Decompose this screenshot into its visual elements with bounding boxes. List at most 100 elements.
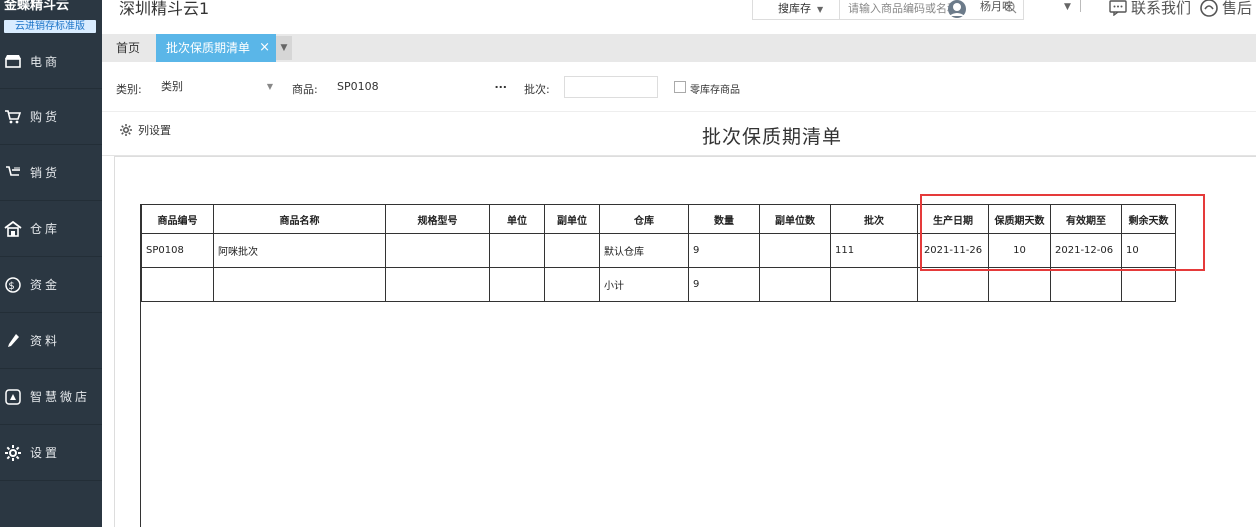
sidebar-item-label: 资料 [30, 334, 61, 348]
close-icon[interactable]: × [259, 34, 270, 62]
svg-text:$: $ [8, 281, 17, 292]
product-field[interactable]: SP0108... [332, 76, 512, 98]
cell-code [141, 267, 214, 302]
sidebar-item-warehouse[interactable]: 仓库 [0, 201, 102, 257]
contact-us-link[interactable]: 联系我们 [1109, 0, 1191, 18]
col-header-batch[interactable]: 批次 [830, 204, 918, 234]
filter-bar: 类别: 类别 ▼ 商品: SP0108... 批次: 零库存商品 [102, 62, 1256, 112]
report-table-wrap: 商品编号 商品名称 规格型号 单位 副单位 仓库 数量 副单位数 批次 生产日期… [140, 204, 1256, 527]
col-header-production-date[interactable]: 生产日期 [917, 204, 989, 234]
shop-icon [0, 54, 26, 68]
search-placeholder: 请输入商品编码或名称 [848, 2, 958, 15]
sidebar-item-mini-store[interactable]: 智慧微店 [0, 369, 102, 425]
cart-icon [0, 109, 26, 124]
table-row[interactable]: SP0108 阿咪批次 默认仓库 9 111 2021-11-26 10 202… [141, 233, 1176, 268]
category-select[interactable]: 类别 ▼ [156, 76, 280, 98]
cell-remaining-days: 10 [1121, 233, 1176, 268]
cell-expiry-date: 2021-12-06 [1050, 233, 1122, 268]
cell-unit [489, 267, 545, 302]
brand-logo: 金蝶精斗云 [4, 0, 70, 13]
zero-stock-checkbox[interactable] [674, 81, 686, 93]
col-header-unit[interactable]: 单位 [489, 204, 545, 234]
column-settings-button[interactable]: 列设置 [120, 122, 171, 138]
report-title: 批次保质期清单 [702, 126, 843, 148]
search-scope-select[interactable]: 搜库存 ▼ [752, 0, 840, 20]
cell-sub-unit [544, 233, 600, 268]
warehouse-icon [0, 220, 26, 237]
col-header-code[interactable]: 商品编号 [141, 204, 214, 234]
top-bar: 深圳精斗云1 搜库存 ▼ 请输入商品编码或名称 杨月咪 ▼ 联系我们 售后 [102, 0, 1256, 34]
col-header-expiry-date[interactable]: 有效期至 [1050, 204, 1122, 234]
user-name[interactable]: 杨月咪 [980, 0, 1013, 14]
cell-sub-unit [544, 267, 600, 302]
batch-input[interactable] [564, 76, 658, 98]
sidebar-item-label: 电商 [30, 54, 61, 69]
gear-icon [120, 124, 132, 136]
sidebar-item-data[interactable]: 资料 [0, 313, 102, 369]
sidebar-item-settings[interactable]: 设置 [0, 425, 102, 481]
mini-store-icon [0, 388, 26, 405]
cell-shelf-life-days [988, 267, 1051, 302]
cell-sub-unit-qty [759, 267, 831, 302]
tab-home[interactable]: 首页 [102, 34, 154, 62]
product-label: 商品: [292, 83, 318, 96]
col-header-warehouse[interactable]: 仓库 [599, 204, 689, 234]
sidebar-item-sales[interactable]: 销货 [0, 145, 102, 201]
report-area: 商品编号 商品名称 规格型号 单位 副单位 仓库 数量 副单位数 批次 生产日期… [114, 156, 1256, 527]
cell-name: 阿咪批次 [213, 233, 386, 268]
sidebar-item-label: 购货 [30, 110, 61, 124]
col-header-quantity[interactable]: 数量 [688, 204, 760, 234]
cell-spec [385, 233, 490, 268]
cell-subtotal-label: 小计 [599, 267, 689, 302]
sidebar-item-label: 仓库 [30, 222, 61, 236]
table-row-subtotal: 小计 9 [141, 267, 1176, 302]
chevron-down-icon: ▼ [817, 5, 824, 14]
col-header-sub-unit[interactable]: 副单位 [544, 204, 600, 234]
sidebar-item-label: 设置 [30, 446, 61, 460]
cell-expiry-date [1050, 267, 1122, 302]
col-header-shelf-life-days[interactable]: 保质期天数 [988, 204, 1051, 234]
report-header: 列设置 批次保质期清单 [102, 112, 1256, 156]
cell-production-date [917, 267, 989, 302]
cell-warehouse: 默认仓库 [599, 233, 689, 268]
service-icon [1200, 0, 1218, 17]
sidebar-item-label: 智慧微店 [30, 390, 91, 404]
cell-remaining-days [1121, 267, 1176, 302]
chevron-down-icon: ▼ [266, 82, 273, 91]
category-label: 类别: [116, 83, 142, 96]
cell-unit [489, 233, 545, 268]
sidebar-item-ecommerce[interactable]: 电商 [0, 34, 102, 89]
tab-label: 批次保质期清单 [166, 41, 251, 55]
col-header-spec[interactable]: 规格型号 [385, 204, 490, 234]
cell-sub-unit-qty [759, 233, 831, 268]
cell-shelf-life-days: 10 [988, 233, 1051, 268]
tab-batch-expiry-list[interactable]: 批次保质期清单 × [156, 34, 276, 62]
cell-quantity: 9 [688, 233, 760, 268]
cell-spec [385, 267, 490, 302]
brand: 金蝶精斗云 云进销存标准版 [0, 0, 102, 34]
cell-batch [830, 267, 918, 302]
col-header-sub-unit-qty[interactable]: 副单位数 [759, 204, 831, 234]
aftersale-link[interactable]: 售后 [1200, 0, 1252, 18]
divider [1080, 0, 1081, 12]
zero-stock-label: 零库存商品 [690, 85, 740, 96]
edition-badge: 云进销存标准版 [4, 20, 96, 33]
money-icon: $ [0, 276, 26, 293]
cell-code: SP0108 [141, 233, 214, 268]
sidebar-item-label: 资金 [30, 278, 61, 292]
chat-icon [1109, 0, 1127, 16]
sidebar-item-label: 销货 [30, 166, 61, 180]
col-header-name[interactable]: 商品名称 [213, 204, 386, 234]
tab-more-dropdown[interactable]: ▼ [276, 36, 292, 60]
sidebar-item-funds[interactable]: $ 资金 [0, 257, 102, 313]
avatar[interactable] [946, 0, 968, 18]
gear-icon [0, 444, 26, 461]
col-header-remaining-days[interactable]: 剩余天数 [1121, 204, 1176, 234]
cell-subtotal-quantity: 9 [688, 267, 760, 302]
chevron-down-icon[interactable]: ▼ [1064, 0, 1071, 14]
pen-icon [0, 333, 26, 349]
more-icon[interactable]: ... [494, 75, 507, 95]
cell-production-date: 2021-11-26 [917, 233, 989, 268]
sidebar-item-purchase[interactable]: 购货 [0, 89, 102, 145]
tab-bar: 首页 批次保质期清单 × ▼ [102, 34, 1256, 62]
